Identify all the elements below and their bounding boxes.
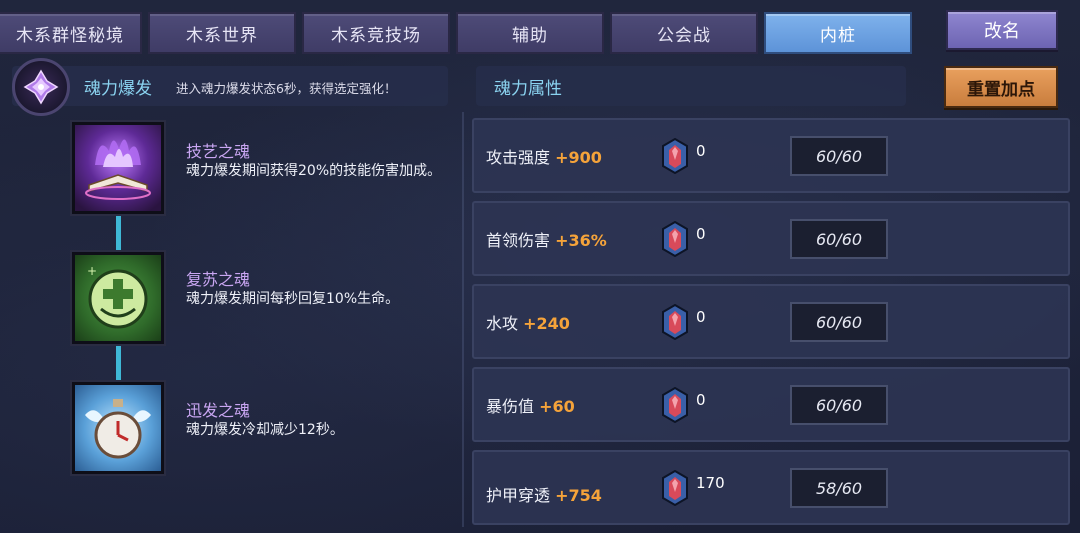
gem-count: 0 xyxy=(696,391,706,409)
tab-guild-war[interactable]: 公会战 xyxy=(610,12,758,54)
tab-support[interactable]: 辅助 xyxy=(456,12,604,54)
panel-divider xyxy=(462,112,464,527)
attribute-cap[interactable]: 60/60 xyxy=(790,385,888,425)
tab-wood-arena[interactable]: 木系竞技场 xyxy=(302,12,450,54)
soul-description: 魂力爆发期间获得20%的技能伤害加成。 xyxy=(186,163,442,179)
soul-gem-icon xyxy=(662,304,688,340)
winged-clock-icon[interactable] xyxy=(72,382,164,474)
soul-connector xyxy=(116,216,121,254)
attribute-cap[interactable]: 60/60 xyxy=(790,219,888,259)
rename-button[interactable]: 改名 xyxy=(946,10,1058,50)
attributes-title: 魂力属性 xyxy=(494,79,562,99)
soul-name: 迅发之魂 xyxy=(186,401,251,420)
purple-flame-book-icon[interactable] xyxy=(72,122,164,214)
tab-wood-monster-realm[interactable]: 木系群怪秘境 xyxy=(0,12,142,54)
tab-training-dummy[interactable]: 内桩 xyxy=(764,12,912,54)
soul-description: 魂力爆发冷却减少12秒。 xyxy=(186,422,344,438)
attribute-row: 暴伤值 +60 0 60/60 xyxy=(472,367,1070,442)
soul-name: 复苏之魂 xyxy=(186,270,251,289)
tab-wood-world[interactable]: 木系世界 xyxy=(148,12,296,54)
soul-connector xyxy=(116,345,121,383)
burst-title: 魂力爆发 xyxy=(84,79,152,99)
attribute-row: 水攻 +240 0 60/60 xyxy=(472,284,1070,359)
soul-gem-icon xyxy=(662,138,688,174)
attribute-cap[interactable]: 58/60 xyxy=(790,468,888,508)
attribute-label: 护甲穿透 +754 xyxy=(486,486,602,505)
attribute-cap[interactable]: 60/60 xyxy=(790,136,888,176)
reset-points-button[interactable]: 重置加点 xyxy=(944,66,1058,108)
category-tabs: 木系群怪秘境 木系世界 木系竞技场 辅助 公会战 内桩 xyxy=(0,12,912,54)
attribute-row: 护甲穿透 +754 170 58/60 xyxy=(472,450,1070,525)
soul-gem-icon xyxy=(662,221,688,257)
gem-count: 0 xyxy=(696,308,706,326)
gem-count: 0 xyxy=(696,225,706,243)
attribute-cap[interactable]: 60/60 xyxy=(790,302,888,342)
soul-gem-icon xyxy=(662,470,688,506)
green-heal-cross-icon[interactable]: + xyxy=(72,252,164,344)
soul-name: 技艺之魂 xyxy=(186,142,251,161)
attribute-row: 攻击强度 +900 0 60/60 xyxy=(472,118,1070,193)
soul-gem-icon xyxy=(662,387,688,423)
attribute-label: 攻击强度 +900 xyxy=(486,148,602,167)
svg-text:+: + xyxy=(87,264,97,278)
gem-count: 170 xyxy=(696,474,725,492)
gem-count: 0 xyxy=(696,142,706,160)
attribute-label: 首领伤害 +36% xyxy=(486,231,607,250)
attribute-label: 暴伤值 +60 xyxy=(486,397,575,416)
soul-burst-icon xyxy=(12,58,70,116)
soul-description: 魂力爆发期间每秒回复10%生命。 xyxy=(186,291,400,307)
attribute-label: 水攻 +240 xyxy=(486,314,570,333)
attribute-row: 首领伤害 +36% 0 60/60 xyxy=(472,201,1070,276)
burst-description: 进入魂力爆发状态6秒，获得选定强化！ xyxy=(176,81,397,96)
